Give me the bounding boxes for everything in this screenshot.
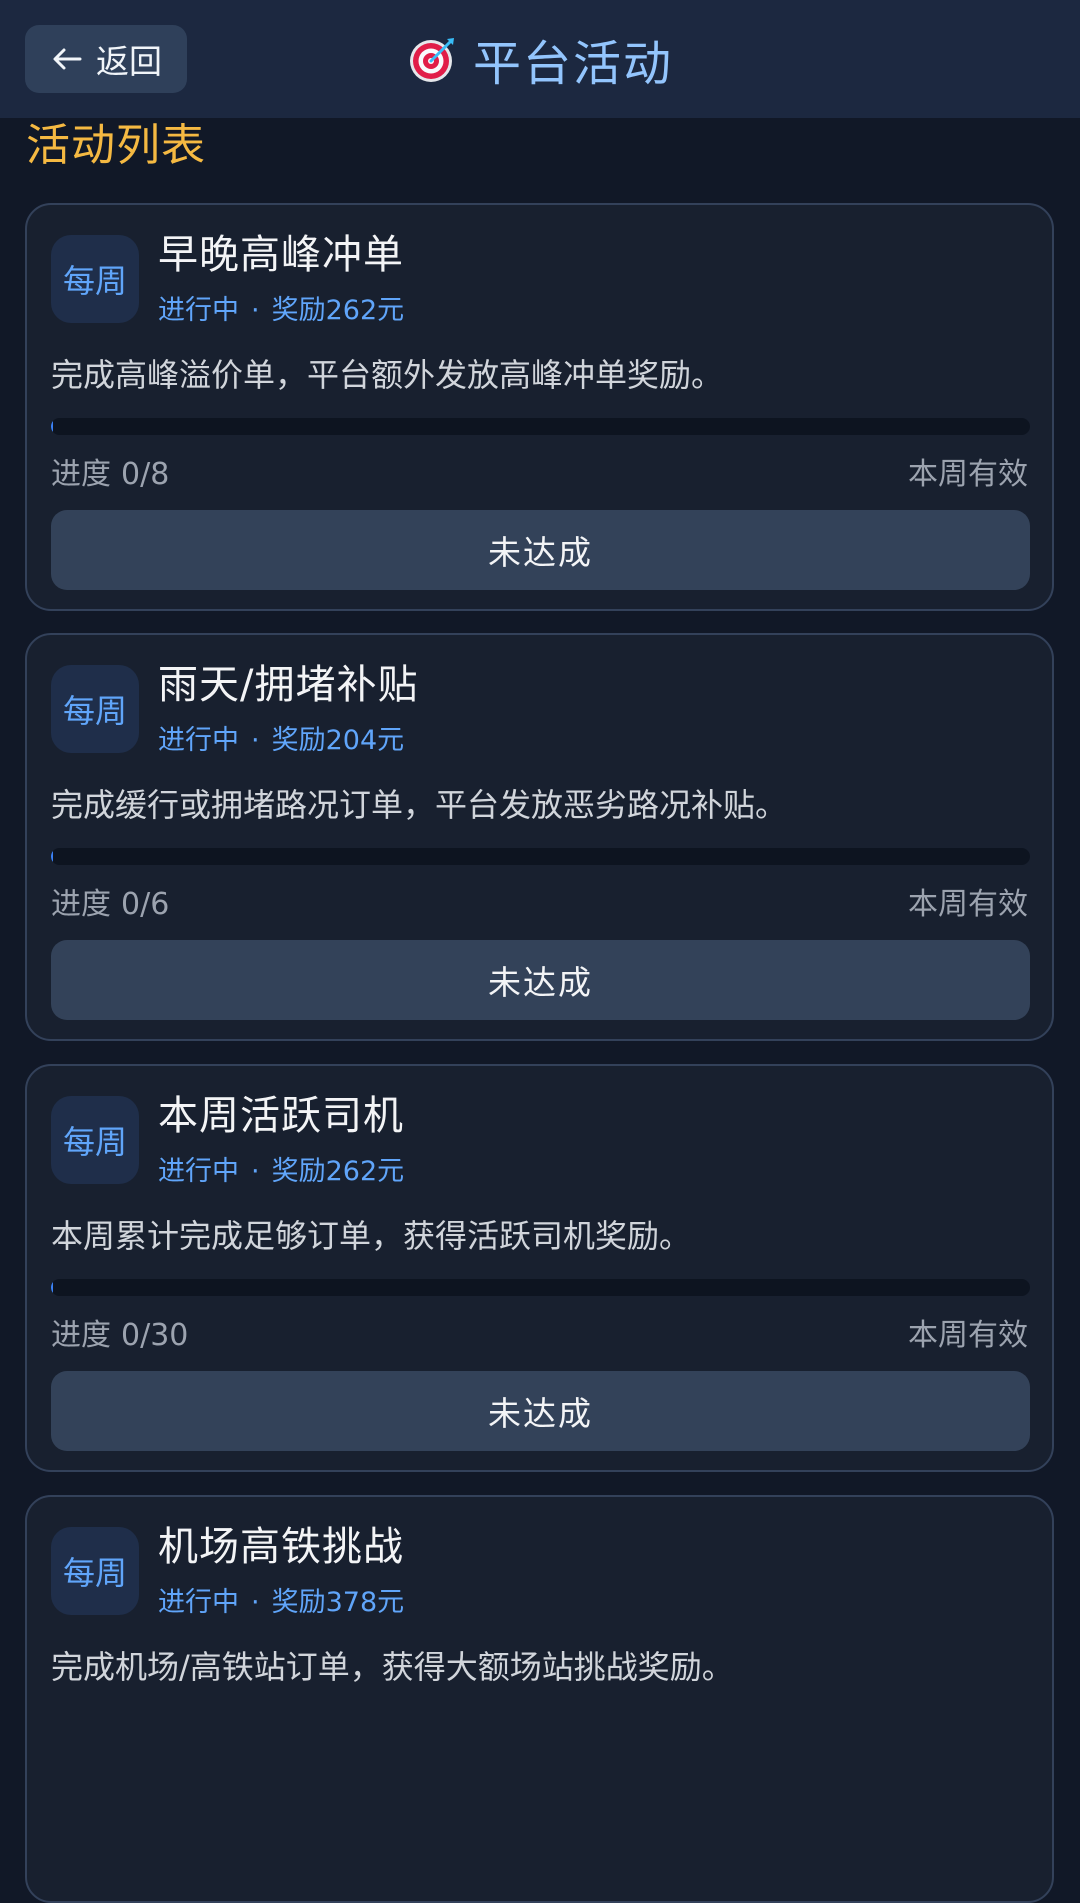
progress-label: 进度: [51, 1318, 111, 1353]
target-icon: [409, 38, 454, 82]
activity-status: 进行中: [158, 725, 239, 756]
activity-card: 每周 早晚高峰冲单 进行中 · 奖励262元 完成高峰溢价单，平台额外发放高峰冲单奖…: [25, 203, 1054, 611]
period-badge: 每周: [51, 1096, 139, 1184]
activity-card: 每周 机场高铁挑战 进行中 · 奖励378元 完成机场/高铁站订单，获得大额场站挑战…: [25, 1495, 1054, 1903]
meta-separator: ·: [251, 1587, 260, 1618]
activity-title: 早晚高峰冲单: [158, 232, 404, 278]
activity-title: 雨天/拥堵补贴: [158, 662, 419, 708]
page-title: 平台活动: [472, 36, 673, 92]
period-badge: 每周: [51, 665, 139, 753]
activity-reward: 奖励262元: [271, 1156, 405, 1187]
activity-status: 进行中: [158, 295, 239, 326]
progress-text: 进度 0/6: [51, 885, 169, 925]
activity-status: 进行中: [158, 1156, 239, 1187]
activity-description: 本周累计完成足够订单，获得活跃司机奖励。: [51, 1217, 692, 1255]
progress-fill: [51, 1279, 53, 1296]
activity-description: 完成缓行或拥堵路况订单，平台发放恶劣路况补贴。: [51, 786, 788, 824]
progress-value: 0/6: [121, 887, 170, 922]
validity-text: 本周有效: [908, 457, 1028, 492]
claim-status-button[interactable]: 未达成: [51, 940, 1030, 1020]
activity-status: 进行中: [158, 1587, 239, 1618]
activity-reward: 奖励262元: [271, 295, 405, 326]
progress-label: 进度: [51, 887, 111, 922]
claim-status-button[interactable]: 未达成: [51, 1371, 1030, 1451]
progress-fill: [51, 418, 53, 435]
progress-value: 0/8: [121, 457, 170, 492]
progress-fill: [51, 848, 53, 865]
activity-reward: 奖励378元: [271, 1587, 405, 1618]
validity-text: 本周有效: [908, 1318, 1028, 1353]
activity-title: 本周活跃司机: [158, 1093, 404, 1139]
meta-separator: ·: [251, 725, 260, 756]
activity-meta: 进行中 · 奖励204元: [158, 723, 404, 759]
progress-bar: [51, 418, 1030, 435]
page-header-title: 平台活动: [0, 26, 1080, 92]
validity-text: 本周有效: [908, 887, 1028, 922]
progress-text: 进度 0/30: [51, 1316, 188, 1356]
period-badge: 每周: [51, 1527, 139, 1615]
progress-value: 0/30: [121, 1318, 189, 1353]
activity-meta: 进行中 · 奖励262元: [158, 293, 404, 329]
period-badge: 每周: [51, 235, 139, 323]
meta-separator: ·: [251, 295, 260, 326]
section-title: 活动列表: [26, 120, 206, 171]
activity-card: 每周 雨天/拥堵补贴 进行中 · 奖励204元 完成缓行或拥堵路况订单，平台发放恶劣…: [25, 633, 1054, 1041]
top-bar: 返回 平台活动: [0, 0, 1080, 118]
activity-description: 完成高峰溢价单，平台额外发放高峰冲单奖励。: [51, 356, 724, 394]
activity-reward: 奖励204元: [271, 725, 405, 756]
activity-description: 完成机场/高铁站订单，获得大额场站挑战奖励。: [51, 1648, 734, 1686]
progress-label: 进度: [51, 457, 111, 492]
activity-title: 机场高铁挑战: [158, 1524, 404, 1570]
progress-text: 进度 0/8: [51, 455, 169, 495]
claim-status-button[interactable]: 未达成: [51, 510, 1030, 590]
progress-bar: [51, 848, 1030, 865]
activity-card: 每周 本周活跃司机 进行中 · 奖励262元 本周累计完成足够订单，获得活跃司机奖励…: [25, 1064, 1054, 1472]
activity-meta: 进行中 · 奖励378元: [158, 1585, 404, 1621]
meta-separator: ·: [251, 1156, 260, 1187]
activity-meta: 进行中 · 奖励262元: [158, 1154, 404, 1190]
progress-bar: [51, 1279, 1030, 1296]
